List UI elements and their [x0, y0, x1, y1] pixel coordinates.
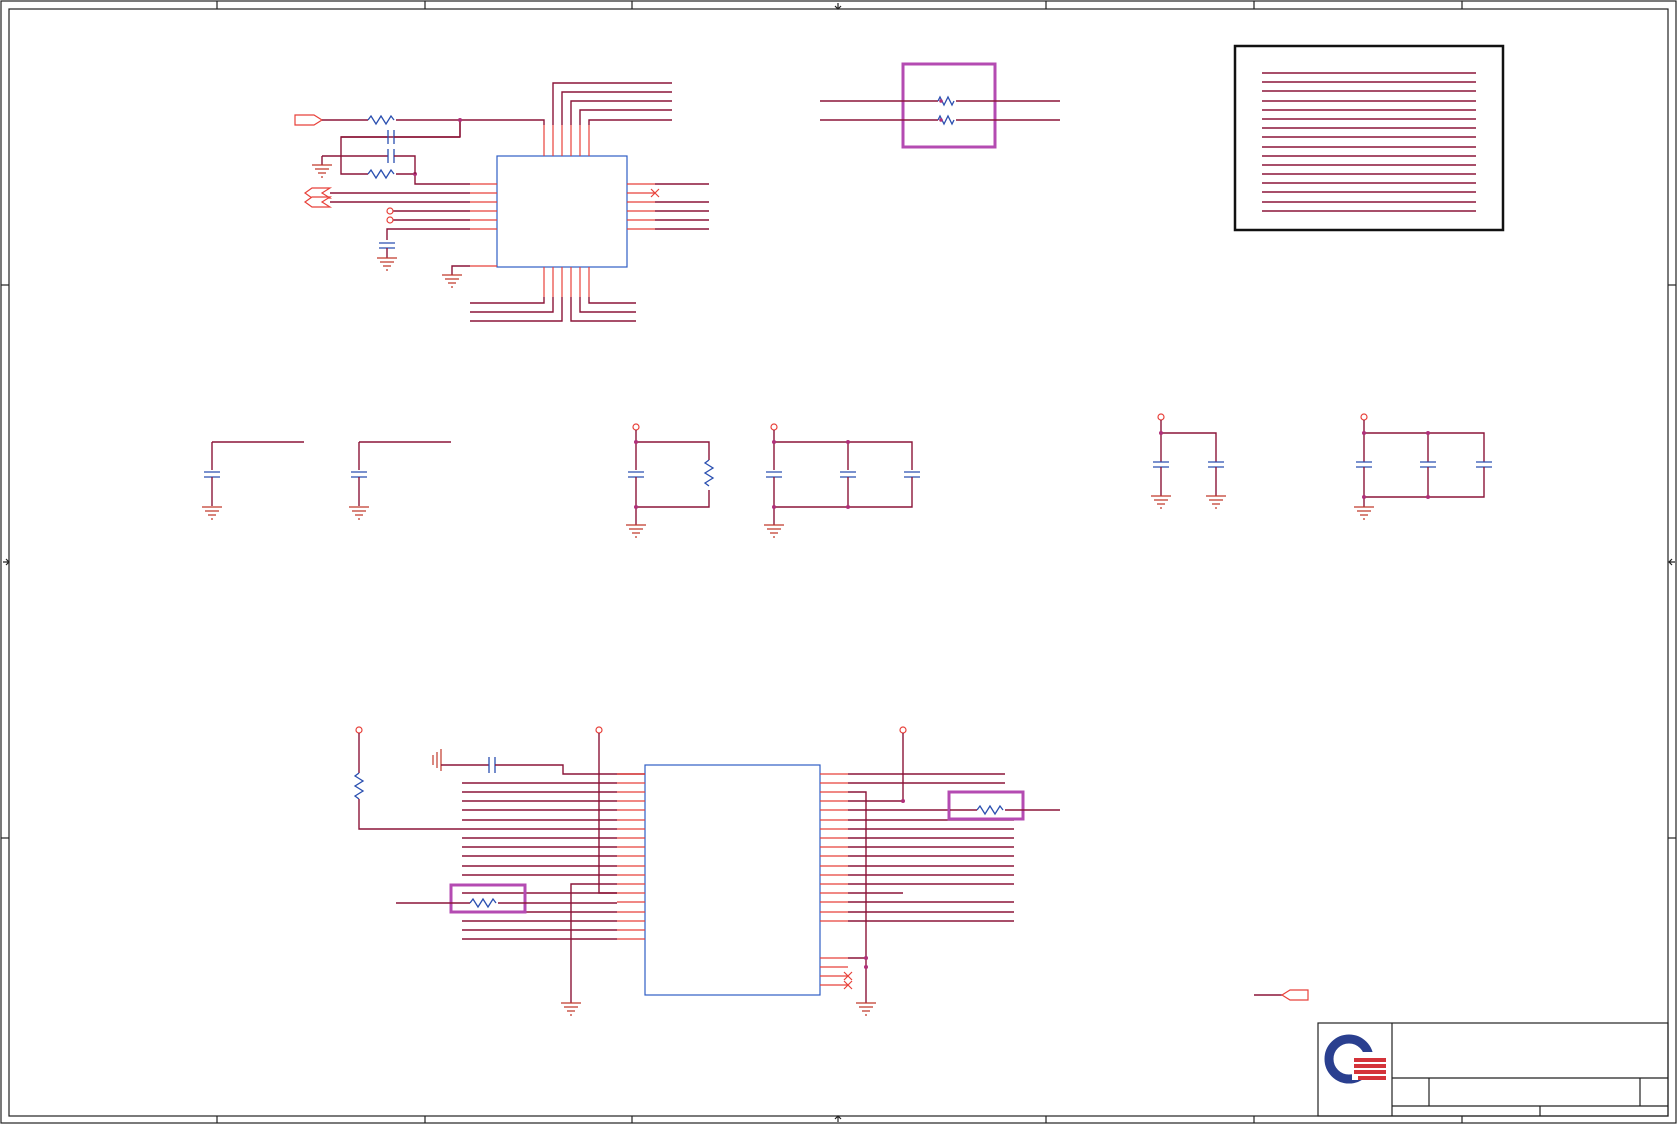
ground-symbol-icon: [1354, 506, 1374, 520]
bidir-port-icon: [303, 196, 333, 208]
ic-u1-top-pins: [459, 82, 672, 156]
ic-u1-bottom-pins: [470, 267, 636, 322]
ic-u2-block: [353, 726, 1060, 1016]
ground-symbol-icon: [349, 506, 369, 520]
ground-symbol-icon: [312, 164, 332, 178]
power-port-icon: [1157, 413, 1165, 421]
capacitor-icon: [628, 471, 644, 478]
power-port-icon: [355, 726, 363, 734]
ground-symbol-icon: [442, 274, 462, 288]
schematic-canvas: [0, 0, 1677, 1124]
capacitor-icon: [904, 471, 920, 478]
power-port-icon: [899, 726, 907, 734]
capacitor-icon: [1208, 461, 1224, 468]
ground-symbol-icon: [561, 1002, 581, 1016]
notes-box: [1233, 44, 1505, 232]
decoupling-row: [202, 413, 1492, 538]
ic-u2-body: [644, 764, 821, 996]
capacitor-icon: [1476, 461, 1492, 468]
ground-symbol-icon: [764, 524, 784, 538]
off-page-port-icon: [1280, 989, 1309, 1001]
resistor-pair-block: [820, 62, 1060, 149]
ground-symbol-icon: [856, 1002, 876, 1016]
ground-symbol-icon: [202, 506, 222, 520]
resistor-icon: [353, 772, 365, 800]
off-page-port: [1254, 989, 1309, 1001]
title-block: [1317, 1022, 1669, 1117]
resistor-icon: [703, 459, 715, 487]
power-port-icon: [632, 423, 640, 431]
capacitor-icon: [488, 757, 496, 773]
capacitor-icon: [387, 149, 395, 163]
ground-symbol-icon: [1151, 495, 1171, 509]
power-port-icon: [770, 423, 778, 431]
ground-symbol-icon: [1206, 495, 1226, 509]
capacitor-icon: [1153, 461, 1169, 468]
ic-u1-right-pins: [627, 183, 709, 230]
power-port-icon: [595, 726, 603, 734]
resistor-icon: [367, 168, 395, 180]
capacitor-icon: [351, 471, 367, 478]
highlight-box: [947, 790, 1025, 821]
power-port-icon: [386, 207, 394, 215]
resistor-icon: [367, 114, 395, 126]
capacitor-icon: [766, 471, 782, 478]
schematic-sheet: [0, 0, 1678, 1125]
capacitor-icon: [1420, 461, 1436, 468]
ic-u1-body: [496, 155, 628, 268]
ic-u1-block: [294, 82, 709, 322]
capacitor-icon: [379, 242, 395, 249]
ground-symbol-icon: [626, 524, 646, 538]
company-logo-icon: [1324, 1034, 1387, 1084]
ic-u2-right-pins: [820, 733, 1060, 1016]
highlight-box: [901, 62, 997, 149]
capacitor-icon: [1356, 461, 1372, 468]
input-port-icon: [294, 114, 324, 126]
ground-symbol-icon: [377, 257, 397, 271]
capacitor-icon: [204, 471, 220, 478]
power-port-icon: [386, 216, 394, 224]
ic-u1-left-pins: [330, 174, 497, 275]
ic-u2-left-pins: [396, 733, 645, 1016]
power-port-icon: [1360, 413, 1368, 421]
resistor-icon: [469, 897, 497, 909]
ground-symbol-icon: [432, 749, 442, 771]
capacitor-icon: [840, 471, 856, 478]
resistor-icon: [976, 804, 1004, 816]
